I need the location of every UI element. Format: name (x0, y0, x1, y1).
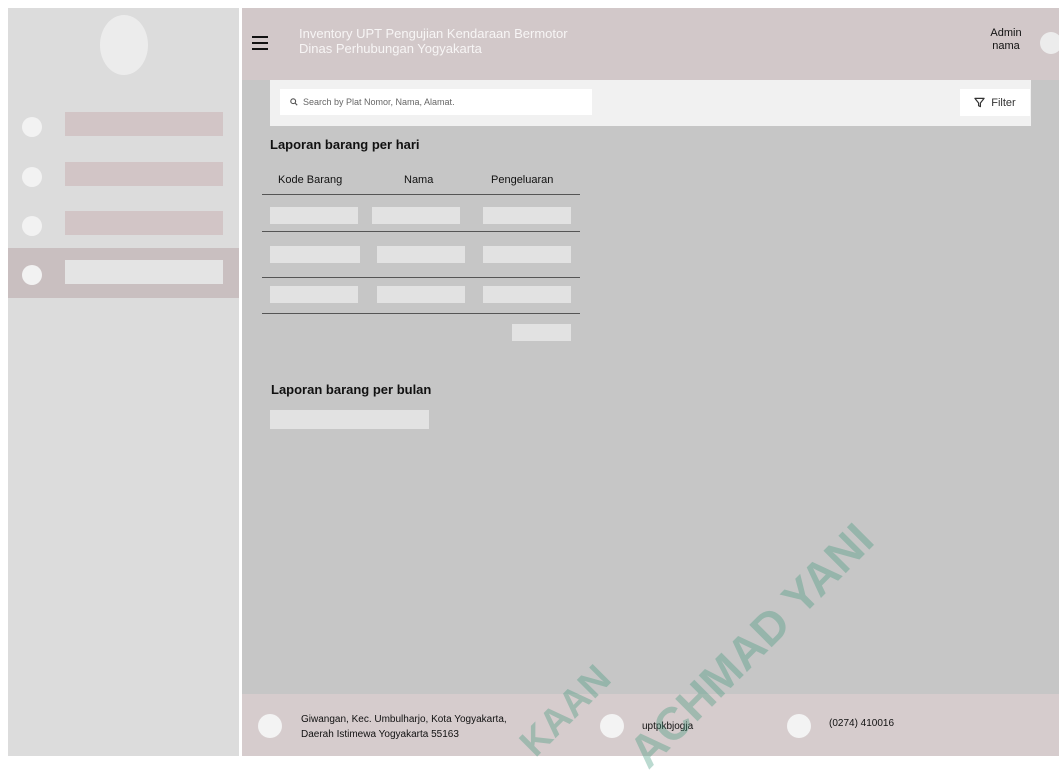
app-title: Inventory UPT Pengujian Kendaraan Bermot… (299, 26, 568, 56)
sidebar-item-icon (22, 265, 42, 285)
table-cell-placeholder (372, 207, 460, 224)
table-cell-placeholder (377, 246, 465, 263)
instagram-icon (600, 714, 624, 738)
user-role: Admin (990, 27, 1022, 39)
monthly-report-title: Laporan barang per bulan (271, 382, 432, 397)
sidebar-item-2[interactable] (8, 150, 239, 200)
footer-address-line2: Daerah Istimewa Yogyakarta 55163 (301, 729, 459, 740)
table-cell-placeholder (377, 286, 465, 303)
sidebar-item-4-active[interactable] (8, 248, 239, 298)
table-divider (262, 194, 580, 195)
table-cell-placeholder (483, 246, 571, 263)
table-cell-placeholder (483, 207, 571, 224)
column-header-nama: Nama (404, 174, 434, 186)
column-header-pengeluaran: Pengeluaran (491, 174, 554, 186)
user-info[interactable]: Admin nama (986, 27, 1026, 53)
table-divider (262, 277, 580, 278)
pagination-placeholder[interactable] (512, 324, 571, 341)
location-icon (258, 714, 282, 738)
filter-icon (974, 97, 985, 108)
sidebar-item-icon (22, 167, 42, 187)
footer: Giwangan, Kec. Umbulharjo, Kota Yogyakar… (242, 694, 1059, 756)
hamburger-menu-icon[interactable] (252, 36, 268, 50)
sidebar-item-icon (22, 216, 42, 236)
sidebar-item-label-placeholder (65, 260, 223, 284)
table-cell-placeholder (483, 286, 571, 303)
month-select-placeholder[interactable] (270, 410, 429, 429)
phone-icon (787, 714, 811, 738)
sidebar (8, 8, 239, 756)
search-box[interactable] (280, 89, 592, 115)
footer-social[interactable]: uptpkbjogja (642, 719, 693, 734)
sidebar-item-label-placeholder (65, 162, 223, 186)
footer-phone: (0274) 410016 (829, 718, 895, 729)
app-title-line1: Inventory UPT Pengujian Kendaraan Bermot… (299, 26, 568, 41)
app-title-line2: Dinas Perhubungan Yogyakarta (299, 41, 482, 56)
table-divider (262, 313, 580, 314)
main-content: Filter Laporan barang per hari Kode Bara… (242, 80, 1059, 694)
column-header-kode-barang: Kode Barang (278, 174, 343, 186)
footer-address: Giwangan, Kec. Umbulharjo, Kota Yogyakar… (301, 712, 507, 742)
user-name: nama (992, 40, 1020, 52)
footer-address-line1: Giwangan, Kec. Umbulharjo, Kota Yogyakar… (301, 714, 507, 725)
header: Inventory UPT Pengujian Kendaraan Bermot… (242, 8, 1059, 80)
filter-button[interactable]: Filter (960, 89, 1030, 116)
user-avatar[interactable] (1040, 32, 1059, 54)
sidebar-item-label-placeholder (65, 211, 223, 235)
table-divider (262, 231, 580, 232)
sidebar-item-label-placeholder (65, 112, 223, 136)
search-icon (290, 98, 298, 106)
sidebar-item-1[interactable] (8, 100, 239, 150)
filter-label: Filter (991, 96, 1016, 109)
table-cell-placeholder (270, 207, 358, 224)
sidebar-item-icon (22, 117, 42, 137)
sidebar-item-3[interactable] (8, 199, 239, 249)
search-input[interactable] (303, 97, 583, 107)
daily-report-title: Laporan barang per hari (270, 137, 420, 152)
search-toolbar: Filter (270, 80, 1031, 126)
table-cell-placeholder (270, 286, 358, 303)
sidebar-avatar (100, 15, 148, 75)
table-cell-placeholder (270, 246, 360, 263)
